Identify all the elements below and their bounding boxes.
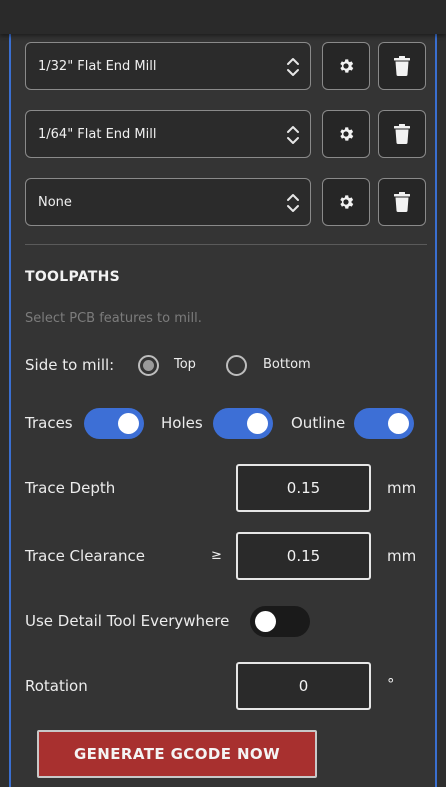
chevron-up-down-icon <box>287 194 299 212</box>
trace-depth-unit: mm <box>387 479 417 497</box>
tool-delete-button[interactable] <box>378 110 426 158</box>
detail-tool-toggle[interactable] <box>250 606 310 637</box>
tool-row: 1/32" Flat End Mill <box>25 42 426 90</box>
tool-select-value: 1/64" Flat End Mill <box>38 126 157 142</box>
trash-icon <box>394 192 410 212</box>
tool-delete-button[interactable] <box>378 42 426 90</box>
holes-toggle[interactable] <box>213 408 273 439</box>
tool-delete-button[interactable] <box>378 178 426 226</box>
radio-top-label: Top <box>174 357 196 372</box>
tool-select-value: None <box>38 194 72 210</box>
tool-settings-button[interactable] <box>322 42 370 90</box>
toggle-knob <box>118 413 139 434</box>
toggle-knob <box>255 611 276 632</box>
gear-icon <box>340 59 354 73</box>
outline-label: Outline <box>291 414 346 432</box>
section-heading: TOOLPATHS <box>25 269 121 285</box>
trash-icon <box>394 56 410 76</box>
chevron-up-down-icon <box>287 126 299 144</box>
generate-gcode-button[interactable]: GENERATE GCODE NOW <box>37 730 317 778</box>
gear-icon <box>340 127 354 141</box>
side-to-mill-label: Side to mill: <box>25 356 115 374</box>
section-divider <box>25 244 427 245</box>
trace-depth-input[interactable] <box>236 464 371 512</box>
rotation-unit: ° <box>387 675 395 693</box>
tool-settings-button[interactable] <box>322 110 370 158</box>
greater-equal-symbol: ≥ <box>211 548 222 563</box>
tool-row: None <box>25 178 426 226</box>
toggle-knob <box>388 413 409 434</box>
radio-bottom-label: Bottom <box>263 357 311 372</box>
trace-clearance-unit: mm <box>387 547 417 565</box>
trace-clearance-label: Trace Clearance <box>25 547 145 565</box>
tool-row: 1/64" Flat End Mill <box>25 110 426 158</box>
traces-label: Traces <box>25 414 73 432</box>
rotation-label: Rotation <box>25 677 88 695</box>
trace-clearance-input[interactable] <box>236 532 371 580</box>
top-bar <box>0 0 446 34</box>
tool-settings-button[interactable] <box>322 178 370 226</box>
tool-select[interactable]: None <box>25 178 311 226</box>
gear-icon <box>340 195 354 209</box>
radio-bottom[interactable] <box>226 355 247 376</box>
tool-select[interactable]: 1/64" Flat End Mill <box>25 110 311 158</box>
traces-toggle[interactable] <box>84 408 144 439</box>
holes-label: Holes <box>161 414 203 432</box>
chevron-up-down-icon <box>287 58 299 76</box>
radio-top[interactable] <box>138 355 159 376</box>
detail-tool-label: Use Detail Tool Everywhere <box>25 612 230 630</box>
tool-select-value: 1/32" Flat End Mill <box>38 58 157 74</box>
section-hint: Select PCB features to mill. <box>25 311 202 326</box>
outline-toggle[interactable] <box>354 408 414 439</box>
rotation-input[interactable] <box>236 662 371 710</box>
tool-select[interactable]: 1/32" Flat End Mill <box>25 42 311 90</box>
toggle-knob <box>247 413 268 434</box>
trash-icon <box>394 124 410 144</box>
trace-depth-label: Trace Depth <box>25 479 116 497</box>
